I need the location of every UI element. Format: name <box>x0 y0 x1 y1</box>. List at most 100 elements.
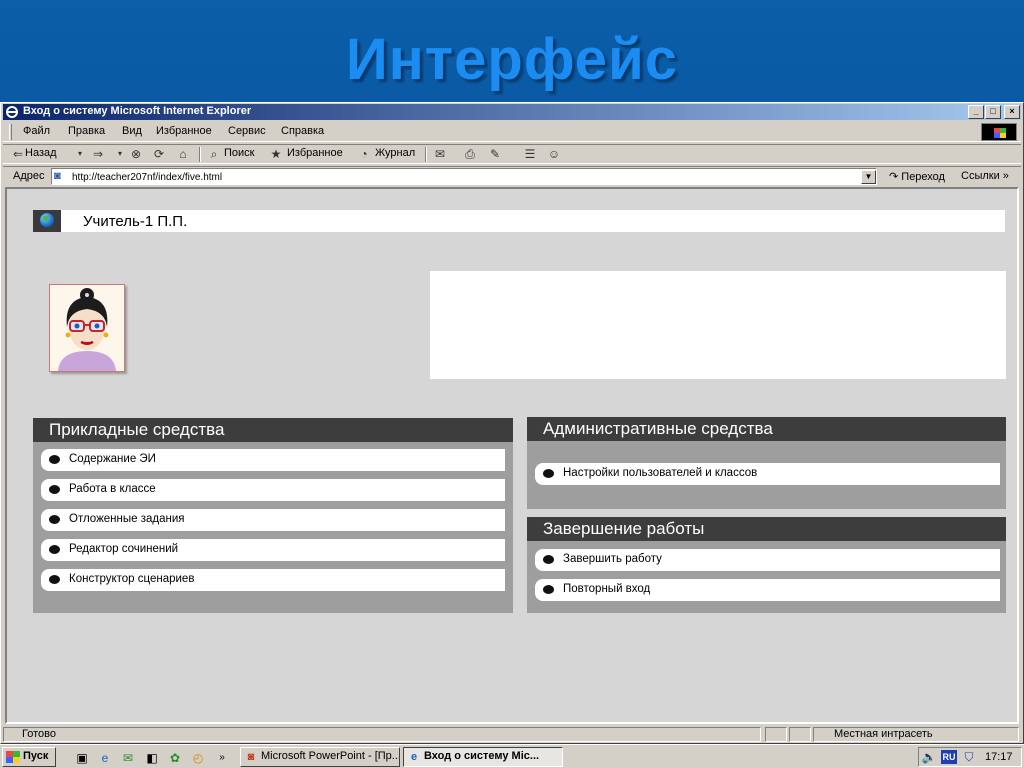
menu-view[interactable]: Вид <box>122 125 142 137</box>
bullet-icon <box>49 575 60 584</box>
status-text: Готово <box>22 728 56 740</box>
bullet-icon <box>543 469 554 478</box>
menu-item-content[interactable]: Содержание ЭИ <box>41 449 505 471</box>
menu-item-label: Повторный вход <box>563 583 651 595</box>
clock[interactable]: 17:17 <box>985 751 1013 763</box>
language-indicator[interactable]: RU <box>941 750 957 764</box>
mail-icon[interactable]: ✉ <box>433 147 447 161</box>
go-button[interactable]: ↷ Переход <box>889 170 945 183</box>
start-label: Пуск <box>23 750 49 762</box>
menu-item-label: Конструктор сценариев <box>69 573 195 585</box>
mail-quicklaunch-icon[interactable]: ✉ <box>120 751 136 765</box>
back-arrow-icon[interactable]: ⇐ <box>11 147 25 161</box>
search-button[interactable]: Поиск <box>224 147 254 159</box>
status-cell <box>789 727 811 742</box>
messenger-icon[interactable]: ☺ <box>547 147 561 161</box>
toolbar-separator <box>199 147 201 162</box>
ie-icon <box>6 106 18 118</box>
menu-item-essay-editor[interactable]: Редактор сочинений <box>41 539 505 561</box>
more-quicklaunch-icon[interactable]: » <box>214 751 230 765</box>
bullet-icon <box>49 455 60 464</box>
globe-icon <box>40 213 54 227</box>
search-icon[interactable]: ⌕ <box>207 147 221 161</box>
history-icon[interactable]: ◔ <box>357 147 371 161</box>
history-button[interactable]: Журнал <box>375 147 415 159</box>
stop-icon[interactable]: ⊗ <box>129 147 143 161</box>
menu-grip[interactable] <box>9 124 12 140</box>
menu-item-label: Редактор сочинений <box>69 543 179 555</box>
shield-icon[interactable]: ⛉ <box>961 750 977 764</box>
window-titlebar[interactable]: Вход о систему Microsoft Internet Explor… <box>3 104 1021 120</box>
menu-file[interactable]: Файл <box>23 125 50 137</box>
show-desktop-icon[interactable]: ▣ <box>74 751 90 765</box>
bullet-icon <box>49 545 60 554</box>
print-icon[interactable]: ⎙ <box>463 147 477 161</box>
back-dropdown-icon[interactable]: ▾ <box>73 147 87 161</box>
menu-edit[interactable]: Правка <box>68 125 105 137</box>
status-bar: Готово Местная интрасеть <box>3 726 1021 743</box>
bullet-icon <box>543 555 554 564</box>
address-input[interactable] <box>51 168 877 185</box>
admin-tools-title: Административные средства <box>527 417 1006 441</box>
menu-item-label: Завершить работу <box>563 553 662 565</box>
menu-item-label: Отложенные задания <box>69 513 185 525</box>
globe-icon-box <box>33 210 61 232</box>
menu-tools[interactable]: Сервис <box>228 125 266 137</box>
slide-header: Интерфейс <box>0 0 1024 102</box>
windows-logo-icon <box>994 128 1006 138</box>
menu-item-deferred-tasks[interactable]: Отложенные задания <box>41 509 505 531</box>
clock-quicklaunch-icon[interactable]: ◴ <box>190 751 206 765</box>
refresh-icon[interactable]: ⟳ <box>152 147 166 161</box>
forward-dropdown-icon[interactable]: ▾ <box>113 147 127 161</box>
info-panel <box>430 271 1006 379</box>
window-title: Вход о систему Microsoft Internet Explor… <box>23 105 252 117</box>
menu-item-label: Настройки пользователей и классов <box>563 467 758 479</box>
menu-favorites[interactable]: Избранное <box>156 125 212 137</box>
maximize-button[interactable]: □ <box>985 105 1001 119</box>
discuss-icon[interactable]: ☰ <box>523 147 537 161</box>
windows-logo-throbber <box>981 123 1017 141</box>
volume-icon[interactable]: 🔈 <box>921 750 937 764</box>
ie-quicklaunch-icon[interactable]: e <box>97 751 113 765</box>
links-button[interactable]: Ссылки » <box>961 170 1009 182</box>
address-dropdown-button[interactable]: ▼ <box>861 170 876 184</box>
favorites-icon[interactable]: ★ <box>269 147 283 161</box>
bullet-icon <box>49 515 60 524</box>
system-tray: 🔈 RU ⛉ 17:17 <box>918 747 1022 767</box>
task-label: Microsoft PowerPoint - [Пр... <box>261 750 400 762</box>
menu-item-user-settings[interactable]: Настройки пользователей и классов <box>535 463 1000 485</box>
taskbar: Пуск ▣ e ✉ ◧ ✿ ◴ » ◙ Microsoft PowerPoin… <box>0 744 1024 768</box>
menu-item-scenario-builder[interactable]: Конструктор сценариев <box>41 569 505 591</box>
minimize-button[interactable]: _ <box>968 105 984 119</box>
bullet-icon <box>49 485 60 494</box>
go-arrow-icon: ↷ <box>889 171 899 183</box>
app-quicklaunch-icon[interactable]: ◧ <box>144 751 160 765</box>
menu-help[interactable]: Справка <box>281 125 324 137</box>
user-name: Учитель-1 П.П. <box>83 213 188 230</box>
page-icon: ◙ <box>54 170 61 182</box>
standard-toolbar: ⇐ Назад ▾ ⇒ ▾ ⊗ ⟳ ⌂ ⌕ Поиск ★ Избранное … <box>3 144 1021 164</box>
task-ie-window[interactable]: e Вход о систему Mic... <box>403 747 563 767</box>
favorites-button[interactable]: Избранное <box>287 147 343 159</box>
finish-panel: Завершение работы Завершить работу Повто… <box>527 517 1006 613</box>
ie-icon: e <box>410 751 418 763</box>
start-button[interactable]: Пуск <box>2 747 56 767</box>
toolbar-separator <box>425 147 427 162</box>
edit-icon[interactable]: ✎ <box>488 147 502 161</box>
task-powerpoint[interactable]: ◙ Microsoft PowerPoint - [Пр... <box>240 747 400 767</box>
links-label: Ссылки <box>961 170 1000 182</box>
menu-item-classroom[interactable]: Работа в классе <box>41 479 505 501</box>
status-cell <box>765 727 787 742</box>
menu-item-finish-work[interactable]: Завершить работу <box>535 549 1000 571</box>
back-button[interactable]: Назад <box>25 147 57 159</box>
close-button[interactable]: × <box>1004 105 1020 119</box>
applied-tools-title: Прикладные средства <box>33 418 513 442</box>
page-content: Учитель-1 П.П. Прикладные средства Содер… <box>5 187 1019 724</box>
zone-cell: Местная интрасеть <box>813 727 1019 742</box>
media-quicklaunch-icon[interactable]: ✿ <box>167 751 183 765</box>
forward-arrow-icon[interactable]: ⇒ <box>91 147 105 161</box>
home-icon[interactable]: ⌂ <box>176 147 190 161</box>
menu-item-relogin[interactable]: Повторный вход <box>535 579 1000 601</box>
menu-bar: Файл Правка Вид Избранное Сервис Справка <box>3 122 1021 142</box>
menu-item-label: Содержание ЭИ <box>69 453 156 465</box>
